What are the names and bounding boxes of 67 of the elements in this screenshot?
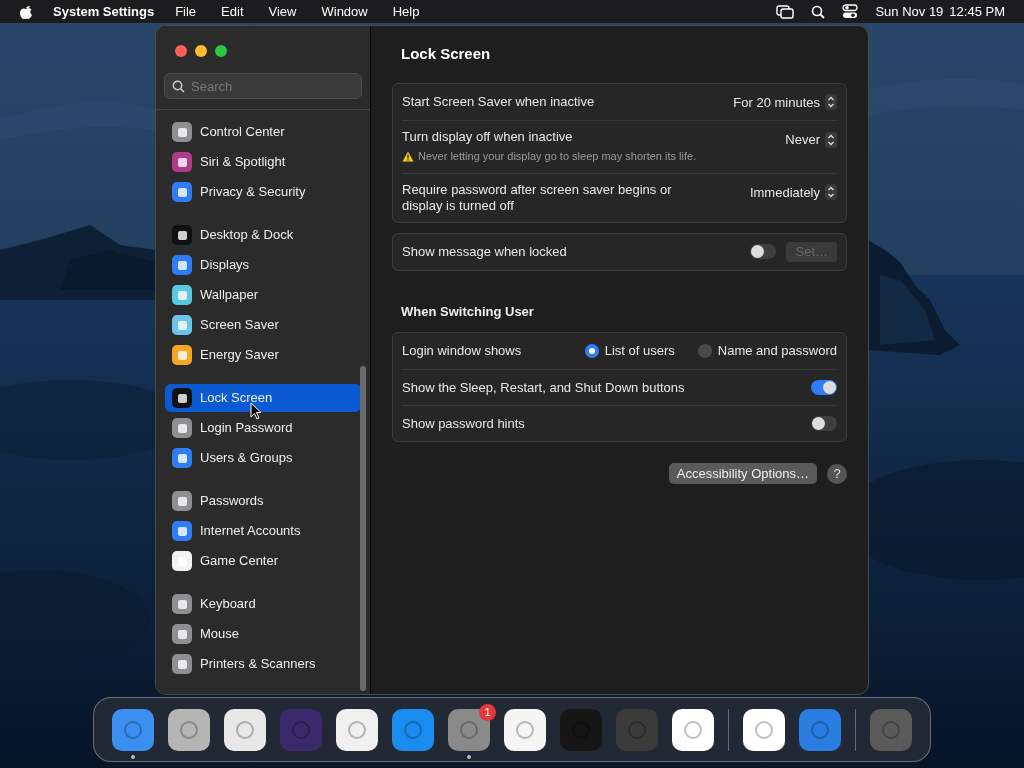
menu-item[interactable]: View bbox=[268, 1, 297, 22]
radio-option[interactable]: List of users bbox=[584, 341, 675, 361]
sidebar-item[interactable]: Control Center bbox=[165, 118, 361, 146]
stepper-icon bbox=[825, 94, 837, 111]
menu-item[interactable]: Help bbox=[392, 1, 420, 22]
setting-label: Show password hints bbox=[402, 415, 525, 432]
sidebar-item[interactable]: Desktop & Dock bbox=[165, 221, 361, 249]
menu-bar-clock[interactable]: 12:45 PM bbox=[949, 1, 1005, 22]
toggle-switch[interactable] bbox=[750, 244, 777, 259]
warning-icon bbox=[402, 150, 414, 162]
app-icon[interactable] bbox=[224, 708, 266, 751]
sidebar-item[interactable]: Game Center bbox=[165, 547, 361, 575]
app-icon[interactable] bbox=[504, 708, 546, 751]
search-field[interactable]: Search bbox=[164, 73, 362, 99]
sidebar-item[interactable]: Keyboard bbox=[165, 590, 361, 618]
scrollbar[interactable] bbox=[360, 366, 366, 691]
help-button[interactable]: ? bbox=[827, 463, 847, 484]
sidebar-item[interactable]: Displays bbox=[165, 251, 361, 279]
menu-item[interactable]: Edit bbox=[221, 1, 244, 22]
app-icon[interactable] bbox=[743, 708, 785, 751]
search-icon bbox=[172, 80, 185, 93]
page-title: Lock Screen bbox=[400, 44, 492, 64]
sidebar-item[interactable]: Energy Saver bbox=[165, 341, 361, 369]
apple-icon[interactable] bbox=[19, 3, 33, 20]
setting-label: Require password after screen saver begins or display is turned off bbox=[402, 181, 673, 214]
toggle-switch[interactable] bbox=[811, 416, 837, 431]
minimize-button[interactable] bbox=[195, 45, 207, 57]
app-icon[interactable] bbox=[336, 708, 378, 751]
app-icon[interactable] bbox=[168, 708, 210, 751]
popup-button[interactable]: Immediately bbox=[749, 182, 837, 202]
radio-option[interactable]: Name and password bbox=[697, 341, 837, 361]
sidebar-item[interactable]: Printers & Scanners bbox=[165, 650, 361, 678]
sidebar-item[interactable]: Passwords bbox=[165, 487, 361, 515]
sidebar-item[interactable]: Mouse bbox=[165, 620, 361, 648]
app-menu[interactable]: System Settings bbox=[53, 1, 155, 22]
stepper-icon bbox=[825, 184, 837, 201]
popup-button[interactable]: Never bbox=[785, 130, 837, 150]
setting-label: Start Screen Saver when inactive bbox=[402, 93, 595, 110]
stepper-icon bbox=[825, 131, 837, 148]
screen-mirroring-icon[interactable] bbox=[776, 4, 795, 19]
popup-button[interactable]: For 20 minutes bbox=[733, 92, 837, 112]
sidebar-item[interactable]: Wallpaper bbox=[165, 281, 361, 309]
app-icon[interactable] bbox=[672, 708, 714, 751]
setting-label: Show the Sleep, Restart, and Shut Down buttons bbox=[402, 379, 685, 396]
sidebar-item[interactable]: Users & Groups bbox=[165, 444, 361, 472]
sidebar-item[interactable]: Screen Saver bbox=[165, 311, 361, 339]
menu-bar-date[interactable]: Sun Nov 19 bbox=[875, 1, 944, 22]
zoom-button[interactable] bbox=[215, 45, 227, 57]
sidebar-item[interactable]: Privacy & Security bbox=[165, 178, 361, 206]
accessibility-options-button[interactable]: Accessibility Options… bbox=[668, 463, 817, 484]
cursor-icon bbox=[250, 402, 262, 420]
warning-text: Never letting your display go to sleep may shorten its life. bbox=[418, 149, 697, 164]
sidebar-item[interactable]: Internet Accounts bbox=[165, 517, 361, 545]
search-icon[interactable] bbox=[811, 4, 826, 19]
close-button[interactable] bbox=[175, 45, 187, 57]
sidebar-item[interactable]: Siri & Spotlight bbox=[165, 148, 361, 176]
menu-item[interactable]: Window bbox=[321, 1, 368, 22]
setting-label: Show message when locked bbox=[402, 243, 567, 260]
section-heading: When Switching User bbox=[400, 302, 535, 321]
notification-badge: 1 bbox=[479, 703, 496, 721]
menu-item[interactable]: File bbox=[175, 1, 197, 22]
setting-label: Login window shows bbox=[402, 343, 522, 359]
setting-label: Turn display off when inactive bbox=[402, 129, 574, 145]
sidebar-item[interactable]: Login Password bbox=[165, 414, 361, 442]
control-center-icon[interactable] bbox=[842, 4, 859, 19]
toggle-switch[interactable] bbox=[811, 380, 837, 395]
sidebar-item[interactable]: Lock Screen bbox=[165, 384, 361, 412]
